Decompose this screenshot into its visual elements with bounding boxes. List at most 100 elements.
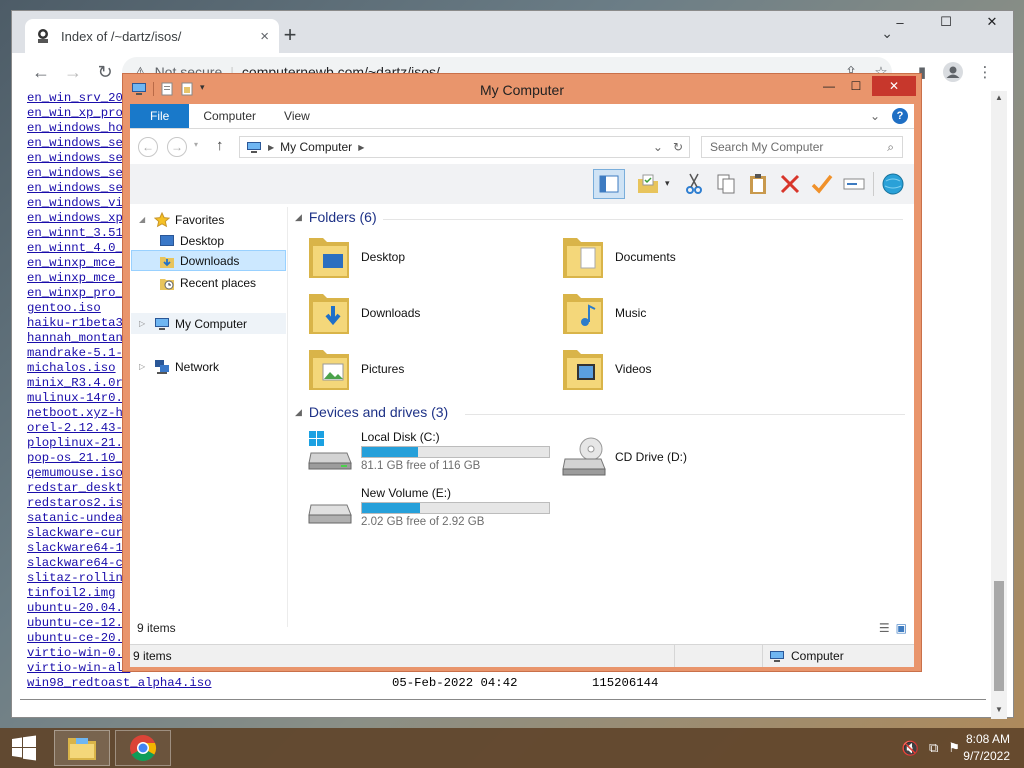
my-computer-expander-icon[interactable]: ▷ (139, 319, 149, 328)
listing-link[interactable]: ubuntu-20.04.3 (27, 601, 130, 615)
drive-d[interactable]: CD Drive (D:) (561, 437, 687, 477)
volume-muted-icon[interactable]: 🔇 (902, 740, 919, 757)
tab-computer[interactable]: Computer (189, 104, 270, 128)
folders-collapse-icon[interactable]: ◢ (295, 212, 302, 223)
folders-group-header[interactable]: ◢ Folders (6) (295, 209, 903, 225)
network-status-icon[interactable]: ⧉ (929, 740, 938, 757)
favorites-expander-icon[interactable]: ◢ (139, 215, 149, 224)
search-box[interactable]: Search My Computer ⌕ (701, 136, 903, 158)
explorer-maximize-button[interactable]: ☐ (843, 76, 869, 96)
reload-icon[interactable]: ↻ (92, 60, 118, 84)
large-icons-view-icon[interactable]: ▣ (896, 621, 907, 635)
listing-link[interactable]: en_winnt_4.0_s (27, 241, 130, 255)
folder-videos[interactable]: Videos (561, 344, 651, 394)
explorer-titlebar[interactable]: ▾ My Computer — ☐ ✕ (123, 74, 921, 104)
listing-link[interactable]: en_winnt_3.51_ (27, 226, 130, 240)
breadcrumb-separator-icon[interactable]: ▶ (268, 143, 274, 152)
tab-close-icon[interactable]: × (260, 28, 269, 45)
address-text[interactable]: My Computer (280, 140, 352, 154)
explorer-forward-icon[interactable]: → (167, 137, 187, 157)
scrollbar-thumb[interactable] (994, 581, 1004, 691)
details-view-icon[interactable]: ☰ (879, 621, 890, 635)
listing-link[interactable]: tinfoil2.img (27, 586, 116, 600)
profile-avatar-icon[interactable] (940, 60, 966, 84)
scroll-up-arrow-icon[interactable]: ▲ (994, 93, 1004, 105)
browser-menu-icon[interactable]: ⋮ (972, 60, 998, 84)
folder-pictures[interactable]: Pictures (307, 344, 404, 394)
listing-link[interactable]: slackware-curr (27, 526, 130, 540)
listing-link[interactable]: en_windows_ser (27, 166, 130, 180)
folder-documents[interactable]: Documents (561, 232, 676, 282)
explorer-address-bar[interactable]: ▶ My Computer ▶ ⌄ ↻ (239, 136, 690, 158)
cut-icon[interactable] (681, 171, 707, 197)
listing-link[interactable]: en_win_xp_pro_ (27, 106, 130, 120)
nav-network[interactable]: ▷ Network (139, 356, 219, 377)
listing-link[interactable]: orel-2.12.43-1 (27, 421, 130, 435)
nav-recent-places[interactable]: Recent places (159, 272, 256, 293)
tab-file[interactable]: File (130, 104, 190, 128)
listing-link[interactable]: ubuntu-ce-12.0 (27, 616, 130, 630)
listing-link[interactable]: minix_R3.4.0rc (27, 376, 130, 390)
listing-link[interactable]: en_win_srv_200 (27, 91, 130, 105)
copy-icon[interactable] (713, 171, 739, 197)
listing-link[interactable]: gentoo.iso (27, 301, 101, 315)
listing-link[interactable]: en_windows_ser (27, 136, 130, 150)
nav-downloads[interactable]: Downloads (131, 250, 286, 271)
listing-link[interactable]: michalos.iso (27, 361, 116, 375)
taskbar-chrome[interactable] (115, 730, 171, 766)
listing-link[interactable]: redstar_deskto (27, 481, 130, 495)
back-arrow-icon[interactable]: ← (28, 60, 54, 84)
listing-link[interactable]: netboot.xyz-hy (27, 406, 130, 420)
listing-link[interactable]: virtio-win-alt (27, 661, 130, 675)
new-tab-button[interactable]: + (278, 23, 302, 47)
folder-downloads[interactable]: Downloads (307, 288, 420, 338)
listing-link[interactable]: en_windows_vis (27, 196, 130, 210)
explorer-back-icon[interactable]: ← (138, 137, 158, 157)
listing-link[interactable]: en_windows_ser (27, 151, 130, 165)
refresh-icon[interactable]: ↻ (673, 140, 683, 154)
page-scrollbar[interactable]: ▲ ▼ (991, 91, 1007, 719)
listing-link[interactable]: en_winxp_mce_2 (27, 256, 130, 270)
tab-view[interactable]: View (270, 104, 324, 128)
rename-icon[interactable] (841, 171, 867, 197)
select-checkmark-icon[interactable] (809, 171, 835, 197)
address-dropdown-icon[interactable]: ⌄ (653, 140, 663, 154)
listing-link[interactable]: ubuntu-ce-20.0 (27, 631, 130, 645)
nav-favorites[interactable]: ◢ Favorites (139, 209, 224, 230)
minimize-button[interactable]: – (879, 11, 921, 33)
listing-link[interactable]: slackware64-14 (27, 541, 130, 555)
devices-collapse-icon[interactable]: ◢ (295, 407, 302, 418)
devices-group-header[interactable]: ◢ Devices and drives (3) (295, 404, 905, 420)
maximize-button[interactable]: ☐ (925, 11, 967, 33)
scroll-down-arrow-icon[interactable]: ▼ (994, 705, 1004, 717)
folder-desktop[interactable]: Desktop (307, 232, 405, 282)
breadcrumb-chevron-icon[interactable]: ▶ (358, 143, 364, 152)
nav-my-computer[interactable]: ▷ My Computer (131, 313, 286, 334)
listing-link[interactable]: pop-os_21.10_a (27, 451, 130, 465)
network-expander-icon[interactable]: ▷ (139, 362, 149, 371)
listing-link[interactable]: qemumouse.iso (27, 466, 123, 480)
ribbon-expand-chevron-icon[interactable]: ⌄ (870, 109, 880, 123)
preview-pane-icon[interactable] (593, 169, 625, 199)
listing-link[interactable]: virtio-win-0.1 (27, 646, 130, 660)
help-icon[interactable]: ? (892, 108, 908, 124)
start-button[interactable] (0, 728, 48, 768)
paste-icon[interactable] (745, 171, 771, 197)
listing-link[interactable]: en_windows_hom (27, 121, 130, 135)
recent-locations-chevron-icon[interactable]: ▾ (194, 140, 198, 149)
listing-link[interactable]: en_windows_ser (27, 181, 130, 195)
explorer-minimize-button[interactable]: — (815, 76, 843, 96)
listing-link[interactable]: slackware64-cu (27, 556, 130, 570)
explorer-close-button[interactable]: ✕ (872, 76, 916, 96)
listing-link[interactable]: hannah_montana (27, 331, 130, 345)
up-arrow-icon[interactable]: ↑ (216, 137, 224, 154)
listing-link[interactable]: haiku-r1beta3- (27, 316, 130, 330)
action-center-icon[interactable]: ⚑ (948, 740, 960, 757)
listing-link[interactable]: en_winxp_pro_x (27, 286, 130, 300)
nav-desktop[interactable]: Desktop (159, 230, 224, 251)
close-button[interactable]: ✕ (971, 11, 1013, 33)
drive-e[interactable]: New Volume (E:) 2.02 GB free of 2.92 GB (307, 486, 550, 528)
forward-arrow-icon[interactable]: → (60, 60, 86, 84)
listing-link[interactable]: satanic-undead (27, 511, 130, 525)
listing-link[interactable]: redstaros2.iso (27, 496, 130, 510)
